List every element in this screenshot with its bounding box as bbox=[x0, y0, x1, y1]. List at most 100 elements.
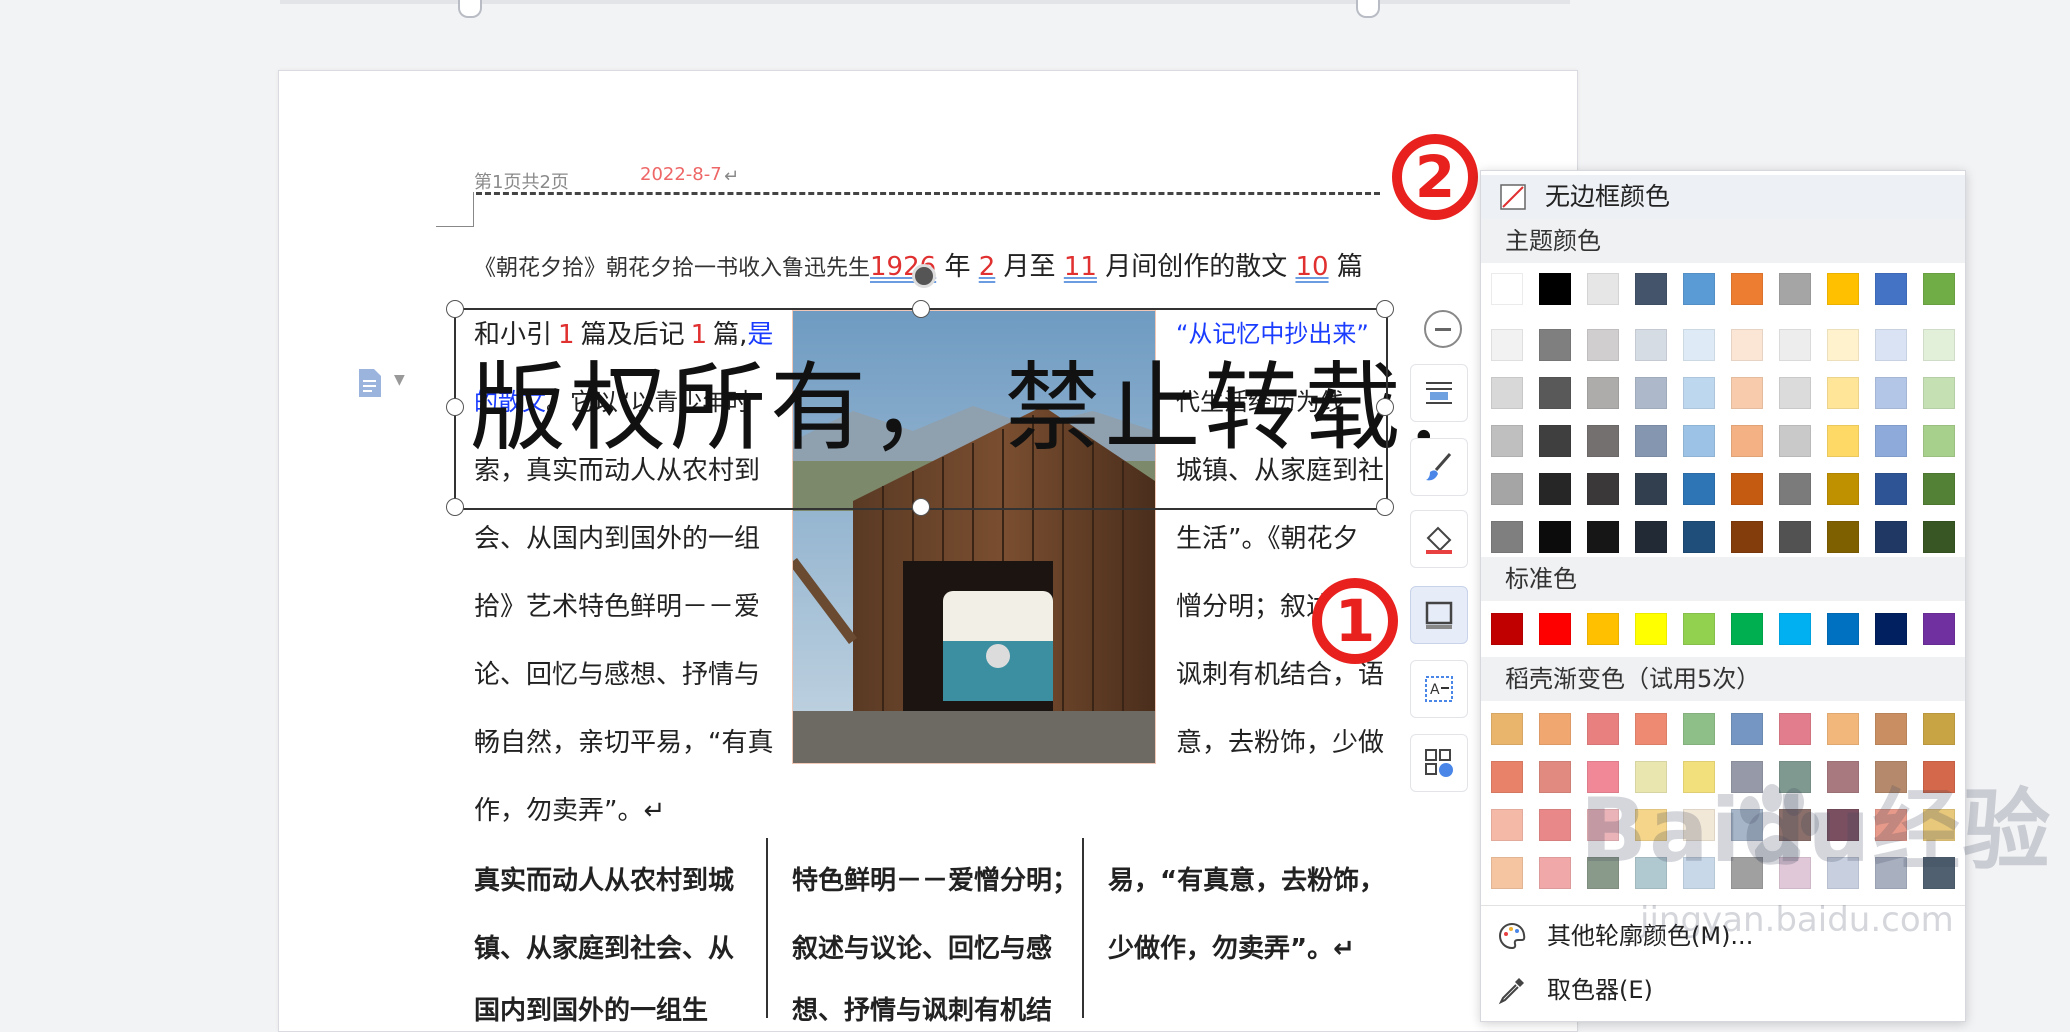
theme-shade-swatch[interactable] bbox=[1683, 329, 1715, 361]
theme-shade-swatch[interactable] bbox=[1731, 425, 1763, 457]
theme-shade-swatch[interactable] bbox=[1779, 425, 1811, 457]
theme-shade-swatch[interactable] bbox=[1923, 425, 1955, 457]
theme-color-swatch[interactable] bbox=[1827, 273, 1859, 305]
resize-handle-tl[interactable] bbox=[446, 300, 464, 318]
gradient-color-swatch[interactable] bbox=[1731, 713, 1763, 745]
style-brush-button[interactable] bbox=[1410, 438, 1468, 496]
gradient-color-swatch[interactable] bbox=[1827, 713, 1859, 745]
theme-shade-swatch[interactable] bbox=[1731, 377, 1763, 409]
theme-shade-swatch[interactable] bbox=[1539, 329, 1571, 361]
gradient-color-swatch[interactable] bbox=[1779, 713, 1811, 745]
gradient-color-swatch[interactable] bbox=[1539, 761, 1571, 793]
theme-shade-swatch[interactable] bbox=[1827, 425, 1859, 457]
resize-handle-tr[interactable] bbox=[1376, 300, 1394, 318]
theme-shade-swatch[interactable] bbox=[1587, 521, 1619, 553]
theme-shade-swatch[interactable] bbox=[1779, 377, 1811, 409]
theme-shade-swatch[interactable] bbox=[1779, 329, 1811, 361]
theme-shade-swatch[interactable] bbox=[1491, 521, 1523, 553]
theme-shade-swatch[interactable] bbox=[1875, 377, 1907, 409]
standard-color-swatch[interactable] bbox=[1827, 613, 1859, 645]
theme-shade-swatch[interactable] bbox=[1635, 425, 1667, 457]
fill-button[interactable] bbox=[1410, 510, 1468, 568]
theme-shade-swatch[interactable] bbox=[1635, 473, 1667, 505]
text-box-button[interactable]: A bbox=[1410, 660, 1468, 718]
theme-shade-swatch[interactable] bbox=[1683, 473, 1715, 505]
theme-shade-swatch[interactable] bbox=[1827, 377, 1859, 409]
gradient-color-swatch[interactable] bbox=[1875, 713, 1907, 745]
standard-color-swatch[interactable] bbox=[1587, 613, 1619, 645]
theme-shade-swatch[interactable] bbox=[1539, 425, 1571, 457]
theme-shade-swatch[interactable] bbox=[1923, 329, 1955, 361]
theme-shade-swatch[interactable] bbox=[1683, 377, 1715, 409]
gradient-color-swatch[interactable] bbox=[1491, 857, 1523, 889]
no-border-color-item[interactable]: 无边框颜色 bbox=[1481, 175, 1965, 219]
standard-color-swatch[interactable] bbox=[1731, 613, 1763, 645]
theme-shade-swatch[interactable] bbox=[1827, 521, 1859, 553]
gradient-color-swatch[interactable] bbox=[1635, 713, 1667, 745]
standard-color-swatch[interactable] bbox=[1875, 613, 1907, 645]
color-picker-item[interactable]: 取色器(E) bbox=[1481, 965, 1965, 1015]
resize-handle-bl[interactable] bbox=[446, 498, 464, 516]
theme-shade-swatch[interactable] bbox=[1587, 425, 1619, 457]
theme-shade-swatch[interactable] bbox=[1923, 377, 1955, 409]
standard-color-swatch[interactable] bbox=[1779, 613, 1811, 645]
left-indent-marker[interactable] bbox=[458, 0, 482, 18]
theme-color-swatch[interactable] bbox=[1731, 273, 1763, 305]
chevron-down-icon[interactable]: ▼ bbox=[394, 372, 405, 388]
resize-handle-b[interactable] bbox=[912, 498, 930, 516]
theme-shade-swatch[interactable] bbox=[1491, 425, 1523, 457]
collapse-button[interactable] bbox=[1424, 310, 1462, 348]
gradient-color-swatch[interactable] bbox=[1923, 713, 1955, 745]
theme-shade-swatch[interactable] bbox=[1875, 425, 1907, 457]
theme-shade-swatch[interactable] bbox=[1491, 473, 1523, 505]
outline-button[interactable] bbox=[1410, 586, 1468, 644]
theme-shade-swatch[interactable] bbox=[1731, 329, 1763, 361]
theme-shade-swatch[interactable] bbox=[1635, 329, 1667, 361]
layout-options-button[interactable] bbox=[1410, 364, 1468, 422]
theme-shade-swatch[interactable] bbox=[1923, 521, 1955, 553]
resize-handle-r[interactable] bbox=[1376, 398, 1394, 416]
theme-shade-swatch[interactable] bbox=[1779, 521, 1811, 553]
theme-color-swatch[interactable] bbox=[1635, 273, 1667, 305]
theme-shade-swatch[interactable] bbox=[1875, 521, 1907, 553]
standard-color-swatch[interactable] bbox=[1683, 613, 1715, 645]
theme-shade-swatch[interactable] bbox=[1779, 473, 1811, 505]
document-icon[interactable] bbox=[357, 368, 383, 398]
rotate-handle[interactable] bbox=[912, 264, 936, 288]
more-tools-button[interactable] bbox=[1410, 734, 1468, 792]
theme-shade-swatch[interactable] bbox=[1683, 425, 1715, 457]
theme-shade-swatch[interactable] bbox=[1587, 473, 1619, 505]
theme-shade-swatch[interactable] bbox=[1827, 329, 1859, 361]
theme-color-swatch[interactable] bbox=[1683, 273, 1715, 305]
theme-shade-swatch[interactable] bbox=[1491, 377, 1523, 409]
standard-color-swatch[interactable] bbox=[1923, 613, 1955, 645]
standard-color-swatch[interactable] bbox=[1491, 613, 1523, 645]
gradient-color-swatch[interactable] bbox=[1683, 713, 1715, 745]
gradient-color-swatch[interactable] bbox=[1539, 809, 1571, 841]
resize-handle-br[interactable] bbox=[1376, 498, 1394, 516]
gradient-color-swatch[interactable] bbox=[1539, 713, 1571, 745]
gradient-color-swatch[interactable] bbox=[1491, 761, 1523, 793]
standard-color-swatch[interactable] bbox=[1635, 613, 1667, 645]
gradient-color-swatch[interactable] bbox=[1491, 713, 1523, 745]
textbox-selection-frame[interactable] bbox=[454, 308, 1388, 510]
theme-shade-swatch[interactable] bbox=[1539, 377, 1571, 409]
theme-color-swatch[interactable] bbox=[1779, 273, 1811, 305]
theme-shade-swatch[interactable] bbox=[1635, 377, 1667, 409]
theme-shade-swatch[interactable] bbox=[1827, 473, 1859, 505]
theme-color-swatch[interactable] bbox=[1923, 273, 1955, 305]
right-indent-marker[interactable] bbox=[1356, 0, 1380, 18]
theme-shade-swatch[interactable] bbox=[1635, 521, 1667, 553]
theme-color-swatch[interactable] bbox=[1539, 273, 1571, 305]
theme-color-swatch[interactable] bbox=[1875, 273, 1907, 305]
theme-shade-swatch[interactable] bbox=[1587, 377, 1619, 409]
theme-shade-swatch[interactable] bbox=[1875, 329, 1907, 361]
theme-shade-swatch[interactable] bbox=[1875, 473, 1907, 505]
theme-shade-swatch[interactable] bbox=[1587, 329, 1619, 361]
theme-shade-swatch[interactable] bbox=[1731, 473, 1763, 505]
theme-shade-swatch[interactable] bbox=[1923, 473, 1955, 505]
gradient-color-swatch[interactable] bbox=[1539, 857, 1571, 889]
standard-color-swatch[interactable] bbox=[1539, 613, 1571, 645]
theme-shade-swatch[interactable] bbox=[1491, 329, 1523, 361]
resize-handle-l[interactable] bbox=[446, 398, 464, 416]
